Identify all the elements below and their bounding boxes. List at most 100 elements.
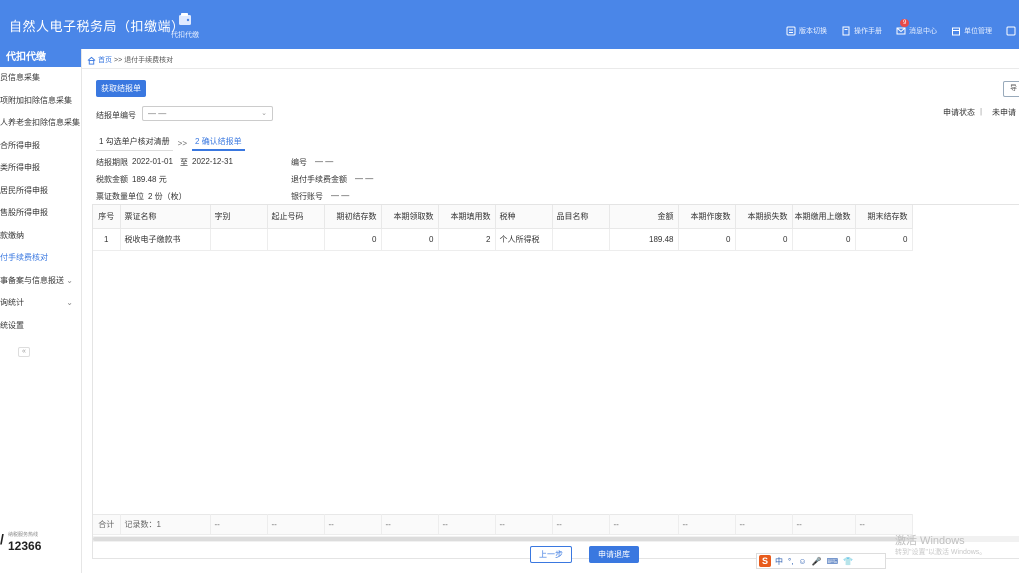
breadcrumb-separator: >> bbox=[114, 56, 123, 64]
module-label: 代扣代缴 bbox=[171, 32, 199, 39]
table-cell bbox=[552, 228, 610, 251]
footer-cell: -- bbox=[678, 514, 736, 535]
sidebar-collapse-button[interactable]: « bbox=[18, 347, 30, 357]
apply-refund-button[interactable]: 申请退库 bbox=[589, 546, 639, 563]
column-header: 本期领取数 bbox=[381, 205, 439, 229]
export-button[interactable]: 导 bbox=[1003, 81, 1019, 97]
wallet-icon bbox=[179, 13, 191, 25]
home-icon bbox=[87, 56, 96, 65]
top-header: 自然人电子税务局（扣缴端） 代扣代缴 版本切换 操作手册 9 消息中心 单位管理 bbox=[0, 0, 1019, 49]
sidebar-item-query-statistics[interactable]: 询统计 ⌄ bbox=[0, 292, 81, 315]
footer-cell: -- bbox=[495, 514, 553, 535]
table-row[interactable]: 1 税收电子缴款书 0 0 2 个人所得税 189.48 0 0 0 0 bbox=[93, 228, 913, 251]
scrollbar-thumb[interactable] bbox=[93, 537, 913, 541]
table-cell: 0 bbox=[381, 228, 439, 251]
column-header: 本期损失数 bbox=[735, 205, 793, 229]
sidebar-item-pension-deduction[interactable]: 人养老金扣除信息采集 bbox=[0, 112, 81, 135]
sidebar-item-personnel-info[interactable]: 员信息采集 bbox=[0, 67, 81, 90]
version-switch-button[interactable]: 版本切换 bbox=[786, 26, 827, 36]
refresh-button[interactable] bbox=[1006, 26, 1019, 36]
sogou-logo-icon[interactable]: S bbox=[759, 555, 771, 567]
period-label: 结报期限 bbox=[96, 158, 128, 167]
voucher-count-value: 2 份（枚） bbox=[148, 192, 187, 201]
ime-voice-icon[interactable]: 🎤 bbox=[812, 557, 822, 566]
footer-cell: -- bbox=[792, 514, 856, 535]
main-content: 首页 >> 退付手续费核对 获取结报单 导 结报单编号 — — ⌄ 申请状态 |… bbox=[82, 49, 1019, 573]
period-end: 2022-12-31 bbox=[192, 157, 233, 166]
table-cell: 2 bbox=[438, 228, 496, 251]
table-cell bbox=[267, 228, 325, 251]
hotline-mark-icon: / bbox=[0, 531, 4, 547]
ime-emoji-icon[interactable]: ☺ bbox=[798, 557, 806, 566]
table-footer-row: 合计 记录数：1 -- -- -- -- -- -- -- -- -- -- -… bbox=[93, 514, 913, 535]
manual-label: 操作手册 bbox=[854, 28, 882, 35]
sidebar-item-fee-reconciliation[interactable]: 付手续费核对 bbox=[0, 247, 81, 270]
table-cell bbox=[210, 228, 268, 251]
footer-record-count: 记录数：1 bbox=[120, 514, 211, 535]
sidebar: 代扣代缴 员信息采集 项附加扣除信息采集 人养老金扣除信息采集 合所得申报 类所… bbox=[0, 49, 82, 573]
voucher-table-container: 序号 票证名称 字别 起止号码 期初结存数 本期领取数 本期填用数 税种 品目名… bbox=[92, 204, 1019, 559]
voucher-table: 序号 票证名称 字别 起止号码 期初结存数 本期领取数 本期填用数 税种 品目名… bbox=[93, 205, 913, 251]
sidebar-item-system-settings[interactable]: 统设置 bbox=[0, 315, 81, 338]
ime-punctuation-icon[interactable]: °, bbox=[788, 557, 793, 566]
refund-fee-value: — — bbox=[355, 174, 374, 183]
refresh-icon bbox=[1006, 26, 1016, 36]
table-header-row: 序号 票证名称 字别 起止号码 期初结存数 本期领取数 本期填用数 税种 品目名… bbox=[93, 205, 913, 229]
table-cell: 0 bbox=[678, 228, 736, 251]
table-horizontal-scrollbar[interactable] bbox=[93, 536, 1019, 542]
footer-cell: -- bbox=[609, 514, 679, 535]
step-separator: >> bbox=[177, 139, 188, 148]
module-withholding[interactable]: 代扣代缴 bbox=[167, 12, 203, 40]
previous-step-button[interactable]: 上一步 bbox=[530, 546, 572, 563]
sidebar-item-classified-income[interactable]: 类所得申报 bbox=[0, 157, 81, 180]
step-tab-select-register[interactable]: 1 勾选单户核对清册 bbox=[96, 135, 173, 151]
table-cell: 0 bbox=[735, 228, 793, 251]
period-start: 2022-01-01 bbox=[132, 157, 173, 166]
footer-cell: -- bbox=[552, 514, 610, 535]
sidebar-item-comprehensive-income[interactable]: 合所得申报 bbox=[0, 135, 81, 158]
chevron-down-icon: ⌄ bbox=[261, 110, 267, 117]
unit-icon bbox=[952, 27, 960, 36]
breadcrumb-divider bbox=[82, 68, 1019, 69]
sidebar-item-tax-payment[interactable]: 款缴纳 bbox=[0, 225, 81, 248]
sidebar-item-special-deduction[interactable]: 项附加扣除信息采集 bbox=[0, 90, 81, 113]
ime-lang-toggle[interactable]: 中 bbox=[775, 556, 783, 567]
sidebar-item-nonresident-income[interactable]: 居民所得申报 bbox=[0, 180, 81, 203]
table-footer: 合计 记录数：1 -- -- -- -- -- -- -- -- -- -- -… bbox=[93, 514, 913, 535]
table-cell: 0 bbox=[792, 228, 856, 251]
footer-cell: -- bbox=[381, 514, 439, 535]
footer-cell: -- bbox=[210, 514, 268, 535]
header-actions: 版本切换 操作手册 9 消息中心 单位管理 bbox=[786, 19, 1019, 38]
manual-icon bbox=[842, 26, 850, 36]
status-label: 申请状态 bbox=[943, 108, 975, 117]
ime-toolbar[interactable]: S 中 °, ☺ 🎤 ⌨ 👕 bbox=[756, 553, 886, 569]
column-header: 字别 bbox=[210, 205, 268, 229]
code-value: — — bbox=[315, 157, 334, 166]
settlement-number-value: — — bbox=[148, 109, 167, 118]
footer-cell: -- bbox=[267, 514, 325, 535]
column-header: 票证名称 bbox=[120, 205, 211, 229]
step-tab-confirm-settlement[interactable]: 2 确认结报单 bbox=[192, 135, 245, 151]
column-header: 本期填用数 bbox=[438, 205, 496, 229]
tax-amount-label: 税款金额 bbox=[96, 175, 128, 184]
table-cell: 个人所得税 bbox=[495, 228, 553, 251]
settlement-number-select[interactable]: — — ⌄ bbox=[142, 106, 273, 121]
sidebar-item-filing-reporting[interactable]: 事备案与信息报送 ⌄ bbox=[0, 270, 81, 293]
step-tabs: 1 勾选单户核对清册 >> 2 确认结报单 bbox=[96, 135, 245, 151]
fetch-settlement-button[interactable]: 获取结报单 bbox=[96, 80, 146, 97]
chevron-down-icon: ⌄ bbox=[66, 275, 73, 285]
hotline-label: 纳税服务热线 bbox=[8, 532, 39, 538]
manual-button[interactable]: 操作手册 bbox=[841, 26, 882, 36]
message-center-button[interactable]: 9 消息中心 bbox=[896, 19, 937, 36]
breadcrumb-home-link[interactable]: 首页 bbox=[98, 55, 112, 65]
ime-skin-icon[interactable]: 👕 bbox=[843, 557, 853, 566]
message-label: 消息中心 bbox=[909, 28, 937, 35]
ime-keyboard-icon[interactable]: ⌨ bbox=[827, 557, 839, 566]
version-icon bbox=[786, 26, 796, 36]
footer-cell: -- bbox=[324, 514, 382, 535]
refund-fee-label: 退付手续费金额 bbox=[291, 175, 347, 184]
table-cell: 0 bbox=[855, 228, 913, 251]
unit-management-button[interactable]: 单位管理 bbox=[951, 26, 992, 36]
column-header: 品目名称 bbox=[552, 205, 610, 229]
sidebar-item-restricted-shares[interactable]: 售股所得申报 bbox=[0, 202, 81, 225]
